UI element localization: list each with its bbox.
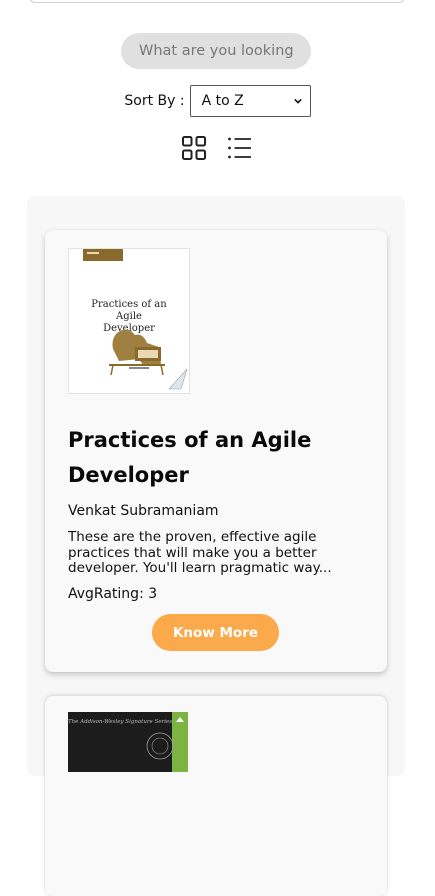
book-title: Practices of an Agile Developer bbox=[68, 428, 312, 487]
search-box[interactable] bbox=[121, 33, 311, 69]
svg-text:Agile: Agile bbox=[115, 311, 142, 322]
list-view-button[interactable] bbox=[227, 135, 253, 161]
view-toggle bbox=[181, 135, 253, 161]
book-cover-image: Practices of an Agile Developer bbox=[68, 248, 190, 394]
sort-label: Sort By : bbox=[124, 93, 185, 109]
search-input[interactable] bbox=[137, 42, 311, 60]
sort-selected-value: A to Z bbox=[201, 93, 244, 109]
grid-view-button[interactable] bbox=[181, 135, 207, 161]
svg-text:The Addison-Wesley Signature S: The Addison-Wesley Signature Series bbox=[68, 719, 172, 725]
book-card: The Addison-Wesley Signature Series bbox=[45, 696, 387, 896]
svg-text:Practices of an: Practices of an bbox=[91, 299, 167, 310]
book-cover-image: The Addison-Wesley Signature Series bbox=[68, 712, 188, 772]
grid-view-icon bbox=[182, 136, 206, 160]
list-view-icon bbox=[228, 137, 251, 159]
book-description: These are the proven, effective agile pr… bbox=[68, 530, 332, 575]
book-card: Practices of an Agile Developer Practice… bbox=[45, 230, 387, 672]
know-more-button[interactable]: Know More bbox=[152, 614, 279, 651]
book-rating: AvgRating: 3 bbox=[68, 586, 158, 602]
header-bar bbox=[29, 0, 405, 3]
chevron-down-icon bbox=[293, 98, 302, 104]
book-list: Practices of an Agile Developer Practice… bbox=[27, 196, 405, 896]
sort-row: Sort By : A to Z bbox=[0, 85, 435, 117]
sort-select[interactable]: A to Z bbox=[189, 85, 311, 117]
book-author: Venkat Subramaniam bbox=[68, 503, 219, 519]
